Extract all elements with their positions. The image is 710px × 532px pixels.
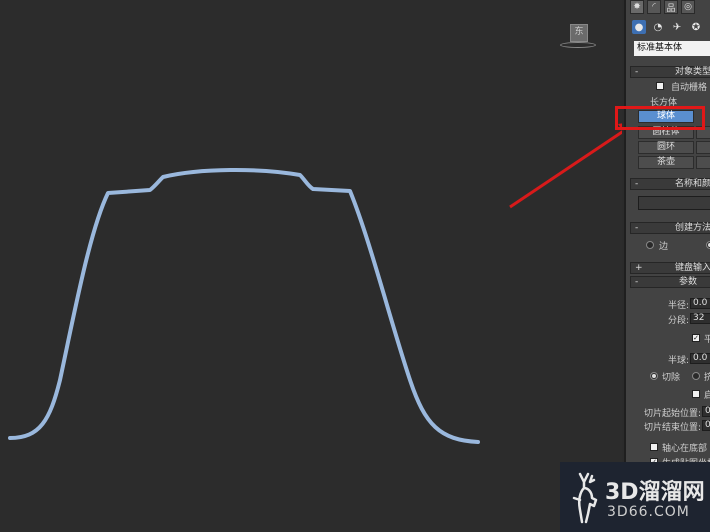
category-dropdown[interactable]: 标准基本体: [634, 41, 710, 56]
rollout-parameters[interactable]: - 参数: [630, 276, 710, 288]
hierarchy-icon[interactable]: 品: [664, 0, 678, 14]
object-type-button-col2[interactable]: [696, 156, 710, 169]
segments-label: 分段:: [668, 316, 690, 326]
chop-radio[interactable]: [650, 372, 658, 380]
squash-radio[interactable]: [692, 372, 700, 380]
profile-spline: [8, 168, 480, 444]
command-panel: ✸ ◜ 品 ◎ ● ◔ ✈ ✪ ◍ 标准基本体 - 对象类型 自动栅格 长方体 …: [624, 0, 710, 532]
radius-input[interactable]: 0.0: [690, 298, 710, 309]
smooth-checkbox[interactable]: ✓: [692, 334, 700, 342]
object-name-input[interactable]: [638, 196, 710, 210]
chop-label: 切除: [662, 373, 681, 383]
slice-on-label: 启: [704, 388, 710, 401]
slice-on-checkbox[interactable]: [692, 390, 700, 398]
rollout-title: 名称和颜色: [675, 179, 710, 189]
torus-button[interactable]: 圆环: [638, 141, 694, 154]
rollout-title: 参数: [679, 277, 698, 287]
cameras-icon[interactable]: ✪: [689, 20, 703, 34]
motion-icon[interactable]: ◎: [681, 0, 695, 14]
autogrid-label: 自动栅格: [671, 83, 708, 93]
squash-label: 挤: [704, 370, 710, 383]
hemisphere-input[interactable]: 0.0: [690, 353, 710, 364]
command-panel-tabs: ✸ ◜ 品 ◎: [630, 0, 695, 14]
rollout-collapse-icon: -: [635, 277, 639, 287]
creation-edge-radio[interactable]: [646, 241, 654, 249]
slice-from-label: 切片起始位置:: [644, 409, 702, 419]
creation-edge-label: 边: [659, 242, 669, 252]
base-to-pivot-label: 轴心在底部: [662, 444, 708, 454]
object-type-button-col2[interactable]: [696, 141, 710, 154]
teapot-button[interactable]: 茶壶: [638, 156, 694, 169]
rollout-name-color[interactable]: - 名称和颜色: [630, 178, 710, 190]
base-to-pivot-checkbox[interactable]: [650, 443, 658, 451]
creation-center-radio[interactable]: [706, 241, 710, 249]
segments-input[interactable]: 32: [690, 313, 710, 324]
shapes-icon[interactable]: ◔: [651, 20, 665, 34]
watermark-logo-text: 3D溜溜网: [605, 480, 705, 505]
viewport-canvas: [8, 123, 622, 444]
rollout-keyboard-entry[interactable]: + 键盘输入: [630, 262, 710, 274]
slice-to-input[interactable]: 0.: [702, 420, 710, 431]
annotation-highlight-box: [615, 106, 705, 130]
rollout-collapse-icon: -: [635, 179, 639, 189]
watermark: 3D溜溜网 3D66.COM: [560, 462, 710, 532]
viewcube[interactable]: 东: [560, 24, 596, 50]
rollout-expand-icon: +: [635, 263, 643, 273]
perspective-viewport[interactable]: 东: [0, 0, 622, 532]
radius-label: 半径:: [668, 301, 690, 311]
deer-logo-icon: [572, 472, 598, 524]
watermark-url-text: 3D66.COM: [607, 504, 690, 520]
rollout-collapse-icon: -: [635, 67, 639, 77]
rollout-title: 创建方法: [675, 223, 710, 233]
smooth-label: 平: [704, 332, 710, 345]
viewcube-face[interactable]: 东: [570, 24, 588, 42]
create-icon[interactable]: ✸: [630, 0, 644, 14]
hemisphere-label: 半球:: [668, 356, 690, 366]
rollout-title: 键盘输入: [675, 263, 710, 273]
slice-to-label: 切片结束位置:: [644, 423, 702, 433]
annotation-arrow: [509, 130, 622, 209]
lights-icon[interactable]: ✈: [670, 20, 684, 34]
rollout-collapse-icon: -: [635, 223, 639, 233]
rollout-object-type[interactable]: - 对象类型: [630, 66, 710, 78]
rollout-creation-method[interactable]: - 创建方法: [630, 222, 710, 234]
autogrid-checkbox[interactable]: [656, 82, 664, 90]
slice-from-input[interactable]: 0.: [702, 406, 710, 417]
viewcube-ring[interactable]: [560, 42, 596, 48]
modify-icon[interactable]: ◜: [647, 0, 661, 14]
rollout-title: 对象类型: [675, 67, 710, 77]
create-category-icons: ● ◔ ✈ ✪ ◍: [632, 20, 710, 34]
geometry-icon[interactable]: ●: [632, 20, 646, 34]
